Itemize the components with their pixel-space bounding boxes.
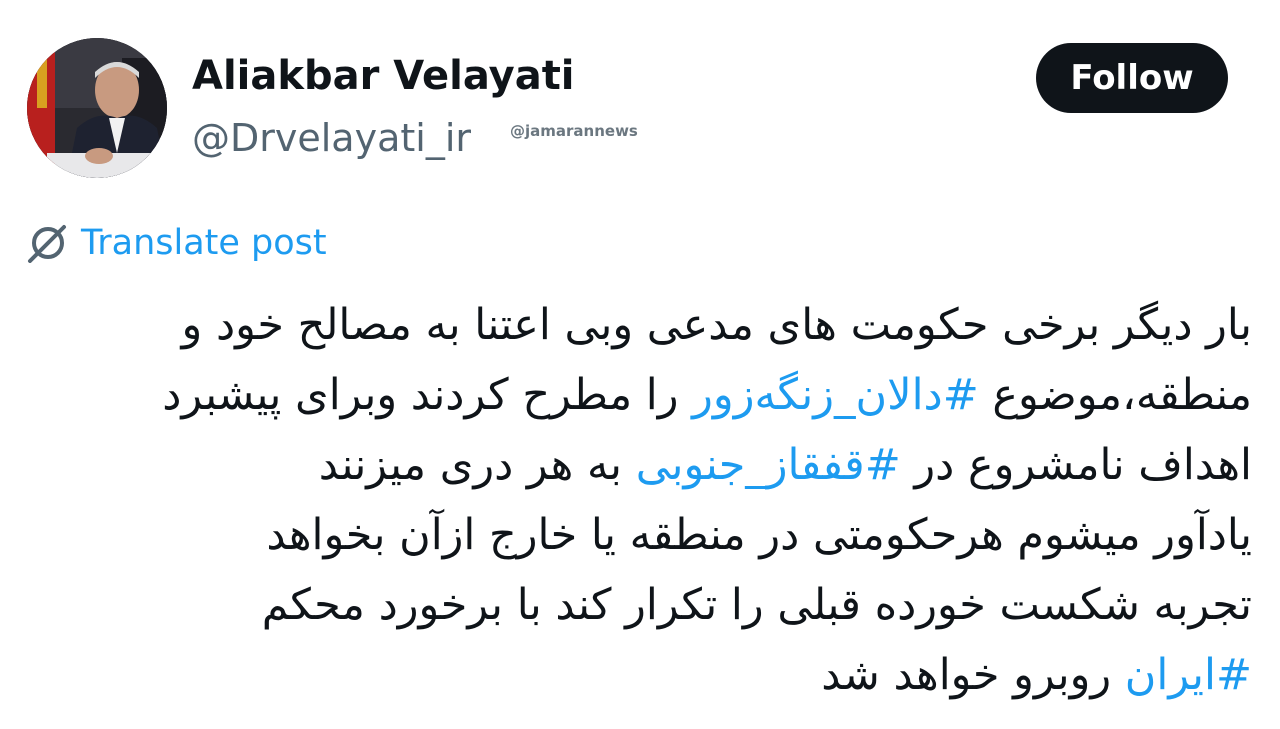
post-text: بار دیگر برخی حکومت های مدعی وبی اعتنا ب… [22,290,1252,710]
post-text-segment: را مطرح کردند وبرای پیشبرد [162,370,693,420]
post-line: تجربه شکست خورده قبلی را تکرار کند با بر… [22,570,1252,640]
translate-globe-icon [28,225,66,263]
post-text-segment: به هر دری میزنند [318,440,636,490]
author-display-name[interactable]: Aliakbar Velayati [192,52,575,100]
post-text-segment: اهداف نامشروع در [900,440,1252,490]
translate-post-link[interactable]: Translate post [27,218,327,268]
follow-button[interactable]: Follow [1036,43,1228,113]
hashtag-link[interactable]: #قفقاز_جنوبی [636,440,901,490]
post-text-segment: بار دیگر برخی حکومت های مدعی وبی اعتنا ب… [181,300,1252,350]
post-text-segment: یادآور میشوم هرحکومتی در منطقه یا خارج ا… [266,510,1252,560]
avatar[interactable] [27,38,167,178]
post-text-segment: تجربه شکست خورده قبلی را تکرار کند با بر… [261,580,1252,630]
translate-post-label: Translate post [81,223,327,263]
post-text-segment: منطقه،موضوع [978,370,1252,420]
hashtag-link[interactable]: #ایران [1125,650,1252,700]
author-handle[interactable]: @Drvelayati_ir [192,114,471,162]
post-line: یادآور میشوم هرحکومتی در منطقه یا خارج ا… [22,500,1252,570]
post-line: اهداف نامشروع در #قفقاز_جنوبی به هر دری … [22,430,1252,500]
hashtag-link[interactable]: #دالان_زنگه‌زور [692,370,979,420]
post-text-segment: روبرو خواهد شد [821,650,1125,700]
post-line: منطقه،موضوع #دالان_زنگه‌زور را مطرح کردن… [22,360,1252,430]
tweet-card: Aliakbar Velayati @Drvelayati_ir @jamara… [0,0,1280,729]
watermark-text: @jamarannews [510,122,638,140]
post-line: بار دیگر برخی حکومت های مدعی وبی اعتنا ب… [22,290,1252,360]
avatar-photo [27,38,167,178]
post-line: #ایران روبرو خواهد شد [22,640,1252,710]
